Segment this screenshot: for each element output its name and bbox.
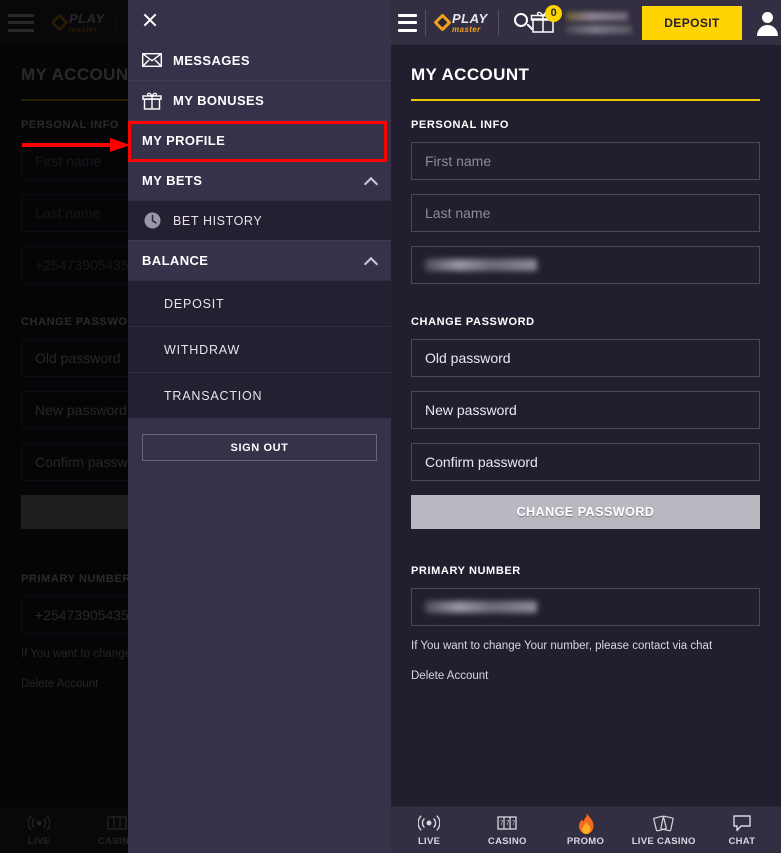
menu-item-bet-history[interactable]: BET HISTORY (128, 200, 391, 240)
nav-label-chat: CHAT (728, 836, 756, 847)
slot-machine-icon: 777 (495, 813, 519, 833)
last-name-placeholder: Last name (425, 205, 491, 221)
new-password-field[interactable]: New password (411, 391, 760, 429)
menu-label-my-bets: MY BETS (142, 173, 203, 188)
first-name-field[interactable]: First name (411, 142, 760, 180)
brand-logo: PLAY master (50, 10, 107, 36)
nav-item-promo[interactable]: PROMO (546, 807, 624, 853)
logo-text-primary: PLAY (452, 10, 488, 26)
confirm-password-field[interactable]: Confirm password (411, 443, 760, 481)
new-password-placeholder: New password (425, 402, 517, 418)
chat-bubble-icon (731, 813, 753, 833)
nav-item-live[interactable]: LIVE (390, 807, 468, 853)
menu-label-transaction: TRANSACTION (164, 388, 263, 403)
main-page: PLAY master 0 DEPOSIT MY ACCOUNT PERSONA… (390, 0, 781, 853)
chevron-up-icon (365, 255, 377, 267)
nav-item-live: LIVE (0, 807, 78, 853)
delete-account-link: Delete Account (21, 678, 99, 690)
nav-item-live-casino[interactable]: LIVE CASINO (625, 807, 703, 853)
sign-out-row: SIGN OUT (128, 418, 391, 477)
balance-display[interactable] (566, 11, 633, 34)
flame-icon (577, 812, 595, 834)
nav-label-promo: PROMO (566, 836, 605, 847)
envelope-icon (142, 50, 162, 70)
search-icon[interactable] (512, 11, 534, 35)
change-password-button[interactable]: CHANGE PASSWORD (411, 495, 760, 529)
nav-item-chat[interactable]: CHAT (703, 807, 781, 853)
drawer-filler (128, 477, 391, 853)
menu-group-balance[interactable]: BALANCE (128, 240, 391, 280)
menu-item-my-profile[interactable]: MY PROFILE (128, 120, 391, 160)
logo-text-secondary: master (452, 24, 481, 34)
page-title: MY ACCOUNT (411, 65, 530, 84)
menu-label-my-bonuses: MY BONUSES (173, 93, 265, 108)
menu-label-deposit: DEPOSIT (164, 296, 225, 311)
hamburger-icon[interactable] (398, 13, 418, 32)
logo-diamond-icon (433, 13, 452, 32)
title-underline (411, 99, 760, 101)
menu-label-withdraw: WITHDRAW (164, 342, 241, 357)
confirm-password-placeholder: Confirm password (425, 454, 538, 470)
gift-icon (142, 91, 162, 111)
live-broadcast-icon (418, 813, 441, 833)
logo-diamond-icon (50, 13, 69, 32)
svg-text:7: 7 (500, 821, 504, 827)
balance-amount-blurred (566, 11, 629, 21)
nav-label-live-casino: LIVE CASINO (631, 836, 696, 847)
chevron-up-icon (365, 175, 377, 187)
account-side-menu: MESSAGES MY BONUSES MY PROFILE MY BETS B… (128, 0, 391, 853)
old-password-field[interactable]: Old password (411, 339, 760, 377)
last-name-field[interactable]: Last name (411, 194, 760, 232)
menu-item-transaction[interactable]: TRANSACTION (128, 372, 391, 418)
app-header: PLAY master 0 DEPOSIT (390, 0, 781, 45)
drawer-close-row (128, 0, 391, 40)
clock-icon (142, 211, 162, 231)
close-icon[interactable] (142, 12, 158, 28)
gift-badge-count: 0 (545, 4, 563, 22)
menu-label-messages: MESSAGES (173, 52, 250, 68)
gift-icon[interactable]: 0 (530, 4, 563, 38)
my-account-content: MY ACCOUNT PERSONAL INFO First name Last… (390, 45, 781, 813)
menu-item-messages[interactable]: MESSAGES (128, 40, 391, 80)
menu-item-deposit[interactable]: DEPOSIT (128, 280, 391, 326)
phone-value-blurred (425, 259, 537, 271)
menu-group-my-bets[interactable]: MY BETS (128, 160, 391, 200)
sign-out-button[interactable]: SIGN OUT (142, 434, 377, 461)
playing-cards-icon (651, 813, 677, 833)
nav-item-casino[interactable]: 777 CASINO (468, 807, 546, 853)
menu-item-withdraw[interactable]: WITHDRAW (128, 326, 391, 372)
brand-logo[interactable]: PLAY master (433, 10, 490, 36)
live-broadcast-icon (28, 813, 51, 833)
menu-label-bet-history: BET HISTORY (173, 213, 263, 228)
logo-text-primary: PLAY (69, 10, 105, 26)
svg-text:7: 7 (506, 821, 510, 827)
primary-number-help: If You want to change Your number, pleas… (411, 640, 713, 652)
delete-account-link[interactable]: Delete Account (411, 670, 488, 682)
app-screen: PLAY master MY ACCOUNT PERSONAL INFO Fir… (0, 0, 781, 853)
hamburger-icon (8, 13, 34, 32)
personal-info-label: PERSONAL INFO (411, 119, 510, 131)
deposit-button[interactable]: DEPOSIT (642, 5, 742, 40)
bonus-amount-blurred (566, 24, 633, 34)
header-divider (497, 9, 499, 36)
menu-item-my-bonuses[interactable]: MY BONUSES (128, 80, 391, 120)
slot-machine-icon (106, 813, 128, 833)
logo-text-secondary: master (69, 24, 98, 34)
user-avatar-icon[interactable] (754, 10, 778, 36)
bottom-nav: LIVE 777 CASINO PROMO LIVE CASINO CHAT (390, 806, 781, 853)
primary-number-value-blurred (425, 601, 537, 613)
header-divider (425, 9, 426, 36)
change-password-label: CHANGE PASSWORD (411, 316, 535, 328)
menu-label-my-profile: MY PROFILE (142, 133, 226, 148)
old-password-placeholder: Old password (425, 350, 511, 366)
nav-label-casino: CASINO (487, 836, 527, 847)
nav-label-live: LIVE (417, 836, 441, 847)
menu-label-balance: BALANCE (142, 253, 209, 268)
primary-number-field[interactable] (411, 588, 760, 626)
primary-number-label: PRIMARY NUMBER (411, 565, 521, 577)
first-name-placeholder: First name (425, 153, 492, 169)
phone-field[interactable] (411, 246, 760, 284)
